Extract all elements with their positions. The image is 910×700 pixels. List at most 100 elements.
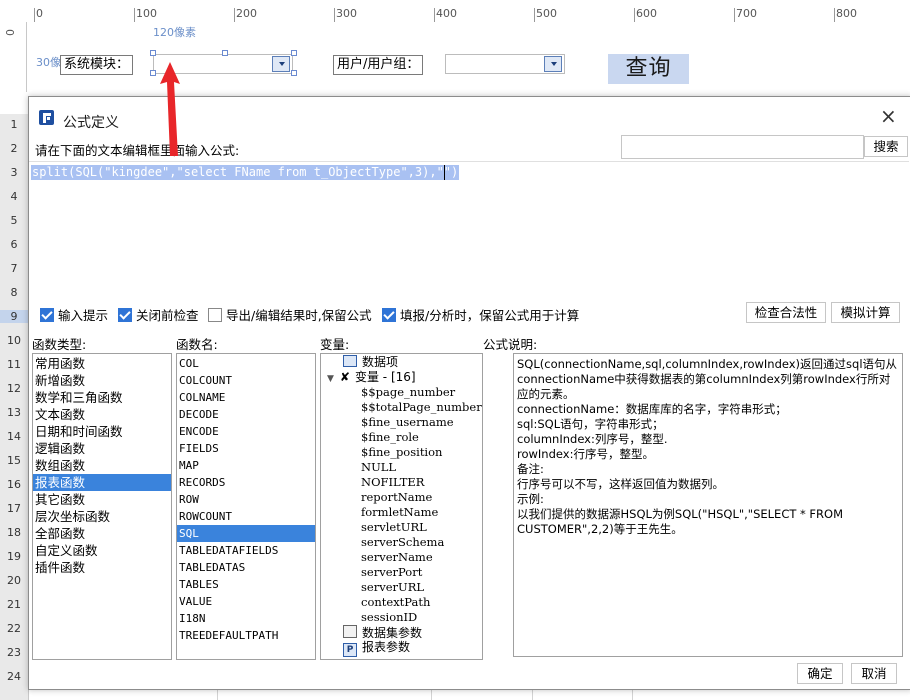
func-name-item[interactable]: COL: [177, 355, 315, 372]
func-type-list[interactable]: 常用函数 新增函数 数学和三角函数 文本函数 日期和时间函数 逻辑函数 数组函数…: [32, 353, 172, 660]
tree-variable[interactable]: serverSchema: [321, 535, 482, 550]
variables-tree[interactable]: 数据项 ▼ ✘ 变量 - [16] $$page_number $$totalPag…: [320, 353, 483, 660]
func-name-item-selected[interactable]: SQL: [177, 525, 315, 542]
user-group-label[interactable]: 用户/用户组：: [333, 55, 424, 75]
row-number[interactable]: 20: [0, 574, 28, 587]
row-number[interactable]: 11: [0, 358, 28, 371]
func-type-item[interactable]: 逻辑函数: [33, 440, 171, 457]
checkbox-checked-icon[interactable]: [382, 307, 396, 322]
row-number[interactable]: 6: [0, 238, 28, 251]
tree-variable[interactable]: serverPort: [321, 565, 482, 580]
func-name-item[interactable]: I18N: [177, 610, 315, 627]
tree-variable[interactable]: contextPath: [321, 595, 482, 610]
checkbox-checked-icon[interactable]: [40, 307, 54, 322]
tree-variable[interactable]: NULL: [321, 460, 482, 475]
row-number[interactable]: 8: [0, 286, 28, 299]
tree-variable[interactable]: NOFILTER: [321, 475, 482, 490]
check-before-close-checkbox[interactable]: 关闭前检查: [118, 305, 199, 324]
func-name-item[interactable]: TABLEDATAS: [177, 559, 315, 576]
input-hint-checkbox[interactable]: 输入提示: [40, 305, 108, 324]
tree-variable[interactable]: formletName: [321, 505, 482, 520]
func-type-item-selected[interactable]: 报表函数: [33, 474, 171, 491]
system-module-label[interactable]: 系统模块：: [60, 55, 134, 75]
query-button[interactable]: 查询: [608, 54, 689, 84]
row-number[interactable]: 4: [0, 190, 28, 203]
row-number[interactable]: 19: [0, 550, 28, 563]
func-type-item[interactable]: 文本函数: [33, 406, 171, 423]
tree-variable[interactable]: $fine_position: [321, 445, 482, 460]
func-type-item[interactable]: 插件函数: [33, 559, 171, 576]
row-number[interactable]: 17: [0, 502, 28, 515]
row-number[interactable]: 7: [0, 262, 28, 275]
simulate-calc-button[interactable]: 模拟计算: [831, 302, 900, 323]
func-name-item[interactable]: DECODE: [177, 406, 315, 423]
formula-editor[interactable]: split(SQL("kingdee","select FName from t…: [29, 161, 909, 296]
tree-variable[interactable]: serverURL: [321, 580, 482, 595]
func-type-item[interactable]: 常用函数: [33, 355, 171, 372]
row-number[interactable]: 14: [0, 430, 28, 443]
func-name-item[interactable]: ROW: [177, 491, 315, 508]
func-name-item[interactable]: VALUE: [177, 593, 315, 610]
func-name-item[interactable]: RECORDS: [177, 474, 315, 491]
check-validity-button[interactable]: 检查合法性: [746, 302, 826, 323]
resize-handle[interactable]: [150, 50, 156, 56]
dropdown-icon[interactable]: [544, 56, 562, 72]
func-name-item[interactable]: MAP: [177, 457, 315, 474]
func-type-item[interactable]: 层次坐标函数: [33, 508, 171, 525]
row-number[interactable]: 23: [0, 646, 28, 659]
row-number[interactable]: 18: [0, 526, 28, 539]
row-number[interactable]: 1: [0, 118, 28, 131]
row-number[interactable]: 9: [0, 310, 28, 323]
func-name-item[interactable]: ROWCOUNT: [177, 508, 315, 525]
row-number[interactable]: 15: [0, 454, 28, 467]
function-search-input[interactable]: [621, 135, 864, 159]
row-number[interactable]: 16: [0, 478, 28, 491]
func-name-item[interactable]: TABLES: [177, 576, 315, 593]
tree-node-data-item[interactable]: 数据项: [321, 355, 482, 370]
func-type-item[interactable]: 日期和时间函数: [33, 423, 171, 440]
row-number[interactable]: 3: [0, 166, 28, 179]
tree-variable[interactable]: reportName: [321, 490, 482, 505]
resize-handle[interactable]: [291, 50, 297, 56]
row-number[interactable]: 13: [0, 406, 28, 419]
tree-variable[interactable]: servletURL: [321, 520, 482, 535]
checkbox-checked-icon[interactable]: [118, 307, 132, 322]
func-name-list[interactable]: COL COLCOUNT COLNAME DECODE ENCODE FIELD…: [176, 353, 316, 660]
tree-node-report-params[interactable]: P 报表参数: [321, 640, 482, 657]
row-number[interactable]: 2: [0, 142, 28, 155]
dropdown-icon[interactable]: [272, 56, 290, 72]
checkbox-unchecked-icon[interactable]: [208, 307, 222, 322]
resize-handle[interactable]: [222, 50, 228, 56]
func-name-item[interactable]: COLNAME: [177, 389, 315, 406]
tree-variable[interactable]: serverName: [321, 550, 482, 565]
tree-variable[interactable]: $$totalPage_number: [321, 400, 482, 415]
func-type-item[interactable]: 数组函数: [33, 457, 171, 474]
resize-handle[interactable]: [291, 70, 297, 76]
func-type-item[interactable]: 其它函数: [33, 491, 171, 508]
keep-formula-fill-checkbox[interactable]: 填报/分析时，保留公式用于计算: [382, 305, 579, 324]
func-name-item[interactable]: TREEDEFAULTPATH: [177, 627, 315, 644]
keep-formula-export-checkbox[interactable]: 导出/编辑结果时,保留公式: [208, 305, 372, 324]
user-group-combo[interactable]: [445, 54, 565, 74]
func-type-item[interactable]: 新增函数: [33, 372, 171, 389]
func-type-item[interactable]: 全部函数: [33, 525, 171, 542]
row-number[interactable]: 21: [0, 598, 28, 611]
func-name-item[interactable]: TABLEDATAFIELDS: [177, 542, 315, 559]
row-number[interactable]: 10: [0, 334, 28, 347]
search-button[interactable]: 搜索: [864, 136, 908, 157]
func-name-item[interactable]: ENCODE: [177, 423, 315, 440]
tree-variable[interactable]: $$page_number: [321, 385, 482, 400]
tree-variable[interactable]: sessionID: [321, 610, 482, 625]
collapse-arrow-icon[interactable]: ▼: [327, 374, 334, 384]
formula-text[interactable]: split(SQL("kingdee","select FName from t…: [31, 165, 460, 180]
func-name-item[interactable]: COLCOUNT: [177, 372, 315, 389]
tree-node-dataset-params[interactable]: 数据集参数: [321, 625, 482, 640]
func-name-item[interactable]: FIELDS: [177, 440, 315, 457]
tree-node-variables[interactable]: ▼ ✘ 变量 - [16]: [321, 370, 482, 385]
ok-button[interactable]: 确定: [797, 663, 843, 684]
row-number[interactable]: 22: [0, 622, 28, 635]
func-type-item[interactable]: 自定义函数: [33, 542, 171, 559]
func-type-item[interactable]: 数学和三角函数: [33, 389, 171, 406]
tree-variable[interactable]: $fine_username: [321, 415, 482, 430]
row-number[interactable]: 24: [0, 670, 28, 683]
